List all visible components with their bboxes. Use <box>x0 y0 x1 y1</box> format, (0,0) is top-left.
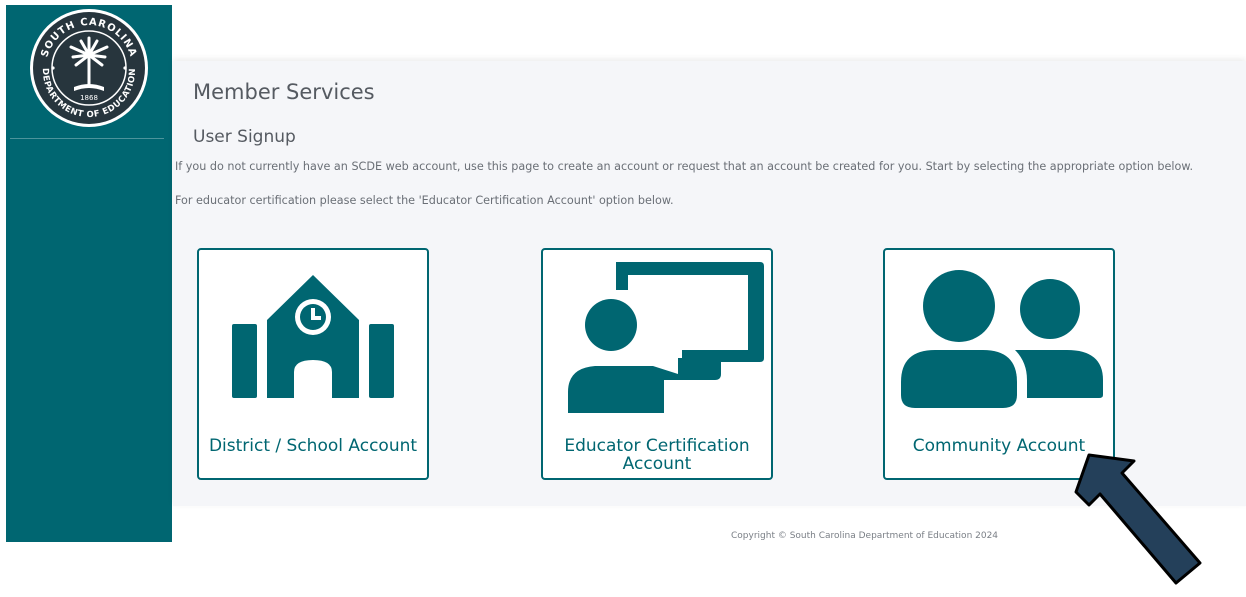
copyright-text: Copyright © South Carolina Department of… <box>731 531 999 541</box>
educator-certification-label-line2: Account <box>622 454 692 474</box>
department-seal[interactable]: SOUTH CAROLINA DEPARTMENT OF EDUCATION 1… <box>26 5 152 131</box>
educator-certification-label-line1: Educator Certification <box>564 436 750 456</box>
page-title: Member Services <box>193 80 375 104</box>
section-title: User Signup <box>193 127 296 147</box>
certification-note: For educator certification please select… <box>175 194 674 207</box>
community-account-card[interactable]: Community Account <box>883 248 1115 480</box>
seal-year: 1868 <box>80 94 98 102</box>
pointer-arrow-icon <box>1074 453 1202 585</box>
intro-text: If you do not currently have an SCDE web… <box>175 160 1194 173</box>
district-school-account-label: District / School Account <box>208 436 418 456</box>
sidebar: SOUTH CAROLINA DEPARTMENT OF EDUCATION 1… <box>6 5 172 542</box>
educator-certification-account-card[interactable]: Educator Certification Account <box>541 248 773 480</box>
sidebar-divider <box>10 138 164 139</box>
district-school-account-card[interactable]: District / School Account <box>197 248 429 480</box>
